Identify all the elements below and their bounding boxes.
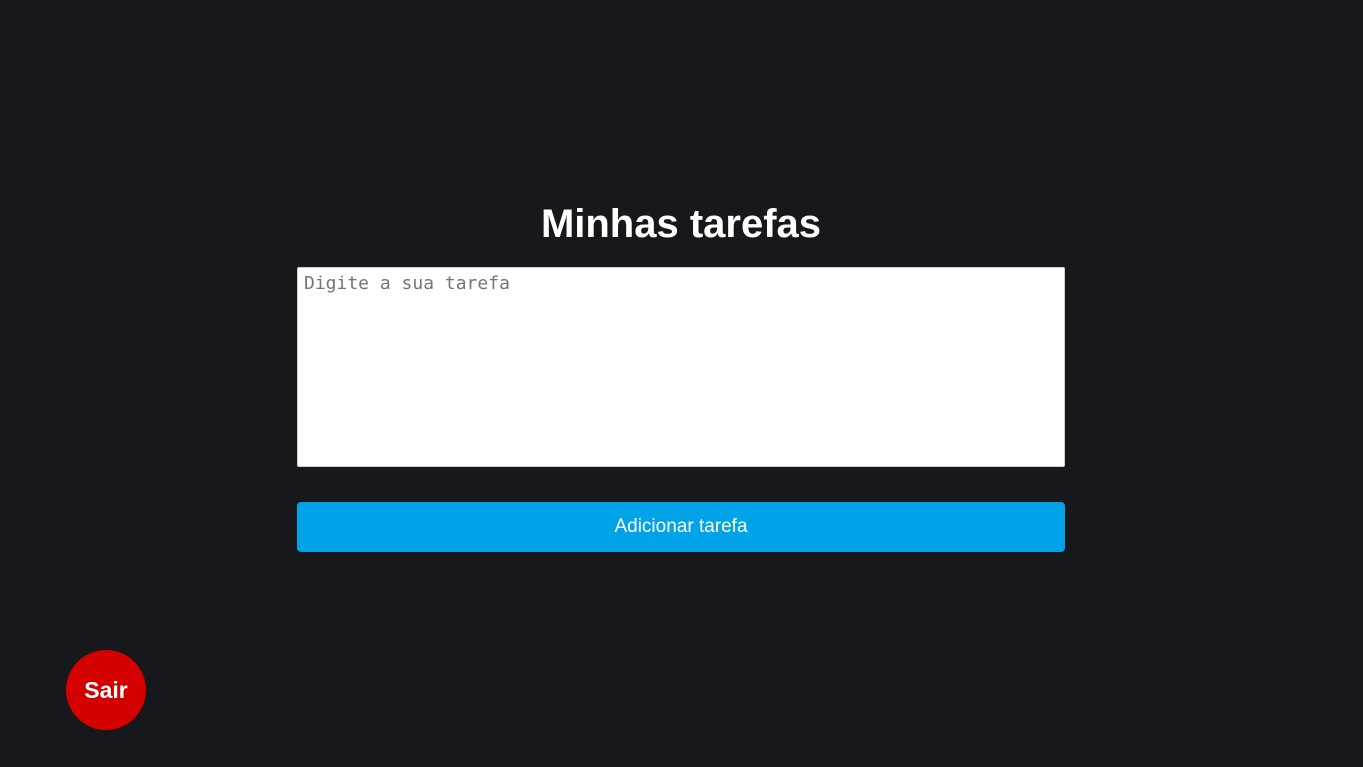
task-input[interactable] — [297, 267, 1065, 467]
tasks-page: Minhas tarefas Adicionar tarefa Sair — [0, 0, 1363, 767]
add-task-button[interactable]: Adicionar tarefa — [297, 502, 1065, 552]
task-form-container: Minhas tarefas Adicionar tarefa — [297, 196, 1065, 552]
logout-button[interactable]: Sair — [66, 650, 146, 730]
page-title: Minhas tarefas — [540, 202, 822, 246]
